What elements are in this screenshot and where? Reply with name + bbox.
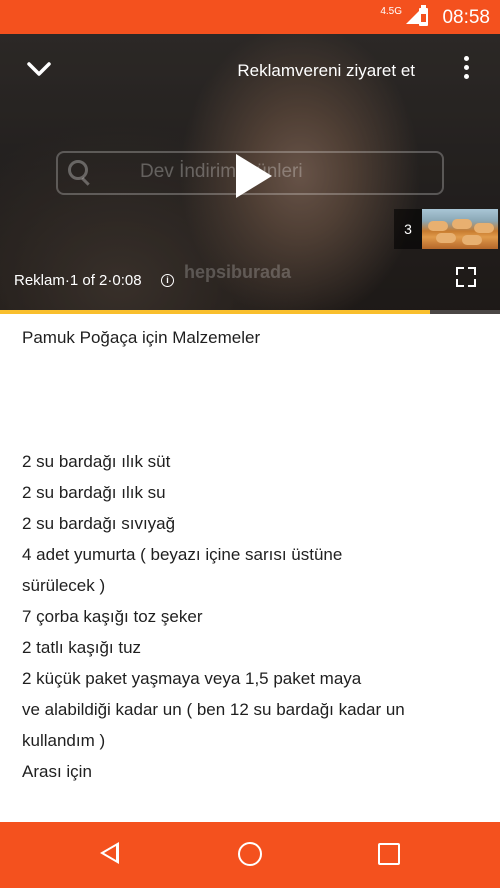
home-icon[interactable] — [238, 842, 262, 866]
ingredient-line: 2 su bardağı ılık su — [22, 483, 166, 502]
next-video-thumbnail[interactable] — [422, 209, 498, 249]
video-ad-player[interactable]: Reklamvereni ziyaret et Dev İndirim Günl… — [0, 34, 500, 314]
recipe-title: Pamuk Poğaça için Malzemeler — [22, 328, 261, 347]
collapse-chevron-icon[interactable] — [26, 56, 52, 82]
next-ad-count: 3 — [394, 209, 422, 249]
battery-icon — [419, 5, 428, 26]
ingredient-line: 4 adet yumurta ( beyazı içine sarısı üst… — [22, 545, 343, 564]
brand-watermark: hepsiburada — [184, 262, 292, 282]
visit-advertiser-link[interactable]: Reklamvereni ziyaret et — [140, 61, 415, 81]
ingredient-line: ve alabildiği kadar un ( ben 12 su barda… — [22, 700, 405, 719]
recipe-content: Pamuk Poğaça için Malzemeler 2 su bardağ… — [22, 322, 482, 787]
status-time: 08:58 — [442, 7, 490, 28]
ad-progress-bar[interactable] — [0, 310, 500, 314]
more-options-icon[interactable] — [456, 56, 476, 84]
network-type: 4.5G — [380, 6, 402, 17]
ad-counter: Reklam·1 of 2·0:08 — [14, 272, 142, 289]
ingredient-line: sürülecek ) — [22, 576, 106, 595]
ingredient-line: 7 çorba kaşığı toz şeker — [22, 607, 203, 626]
fullscreen-icon[interactable] — [456, 267, 476, 287]
ad-progress-fill — [0, 310, 430, 314]
search-icon — [68, 160, 88, 180]
section-heading: Arası için — [22, 762, 92, 781]
status-bar: 4.5G 08:58 — [0, 0, 500, 34]
ingredient-line: 2 su bardağı ılık süt — [22, 452, 171, 471]
ingredient-line: 2 su bardağı sıvıyağ — [22, 514, 176, 533]
ingredient-line: 2 tatlı kaşığı tuz — [22, 638, 142, 657]
ad-banner-text: Dev İndirim Günleri — [140, 161, 303, 182]
recent-apps-icon[interactable] — [378, 843, 400, 865]
back-icon[interactable] — [100, 842, 119, 864]
play-icon[interactable] — [236, 154, 272, 198]
ingredient-line: kullandım ) — [22, 731, 106, 750]
ingredient-line: 2 küçük paket yaşmaya veya 1,5 paket may… — [22, 669, 362, 688]
info-icon[interactable]: i — [161, 274, 174, 287]
navigation-bar — [0, 822, 500, 888]
